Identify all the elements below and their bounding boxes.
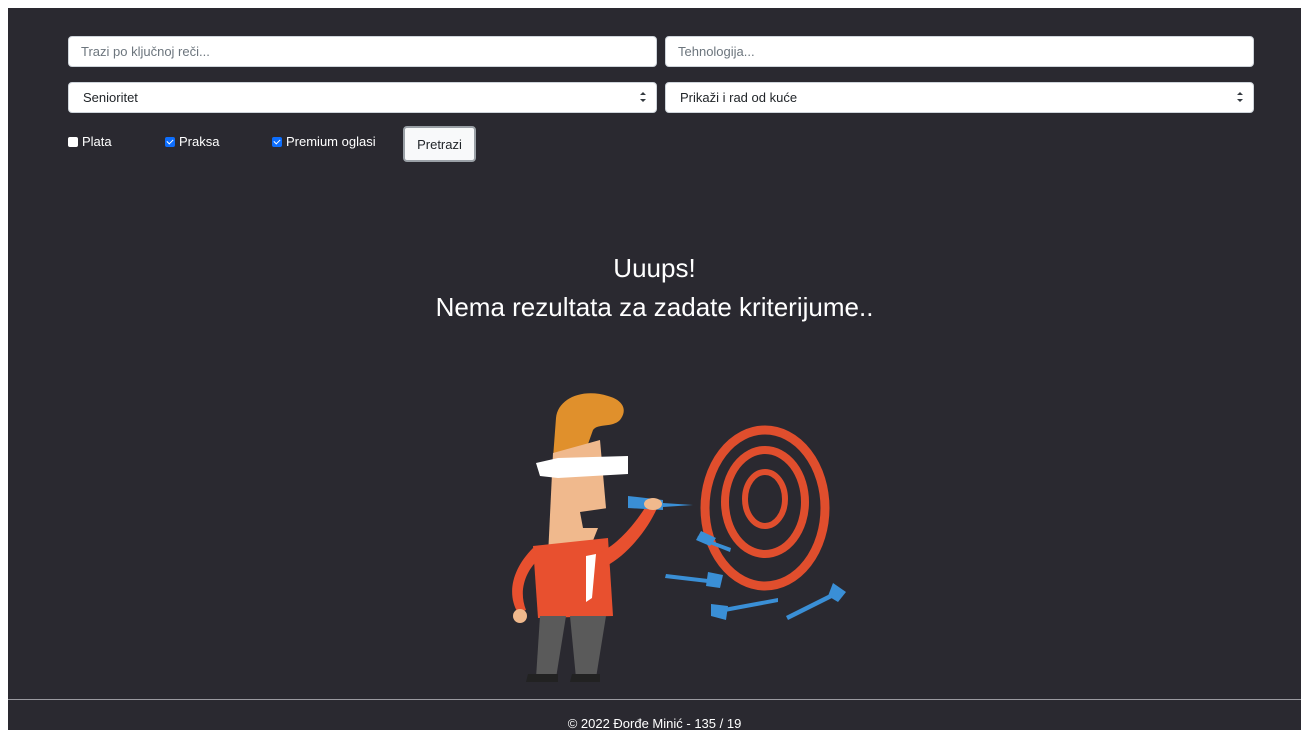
- empty-state-title: Uuups!: [613, 253, 696, 283]
- select-arrows-icon: [1237, 92, 1243, 102]
- footer-divider: [8, 699, 1301, 700]
- character-blindfold: [536, 456, 628, 478]
- technology-input[interactable]: [665, 36, 1254, 67]
- app-container: Senioritet Prikaži i rad od kuće Plata P…: [8, 8, 1301, 730]
- premium-checkbox[interactable]: Premium oglasi: [272, 134, 376, 149]
- search-button[interactable]: Pretrazi: [403, 126, 476, 162]
- keyword-search-input[interactable]: [68, 36, 657, 67]
- remote-work-select-value: Prikaži i rad od kuće: [680, 90, 798, 105]
- dartboard-target: [700, 425, 830, 591]
- praksa-checkbox[interactable]: Praksa: [165, 134, 219, 149]
- seniority-select-value: Senioritet: [83, 90, 138, 105]
- select-arrows-icon: [640, 92, 646, 102]
- empty-state-message: Nema rezultata za zadate kriterijume..: [435, 292, 874, 322]
- footer-copyright: © 2022 Đorđe Minić - 135 / 19: [567, 716, 742, 730]
- remote-work-select[interactable]: Prikaži i rad od kuće: [665, 82, 1254, 113]
- plata-checkbox[interactable]: Plata: [68, 134, 112, 149]
- character-shirt: [533, 538, 613, 618]
- premium-label: Premium oglasi: [286, 134, 376, 149]
- checkbox-unchecked-icon[interactable]: [68, 136, 78, 147]
- checkbox-checked-icon[interactable]: [272, 136, 282, 147]
- seniority-select[interactable]: Senioritet: [68, 82, 657, 113]
- checkbox-checked-icon[interactable]: [165, 136, 175, 147]
- blindfolded-darts-illustration: [512, 393, 846, 682]
- praksa-label: Praksa: [179, 134, 220, 149]
- plata-label: Plata: [82, 134, 112, 149]
